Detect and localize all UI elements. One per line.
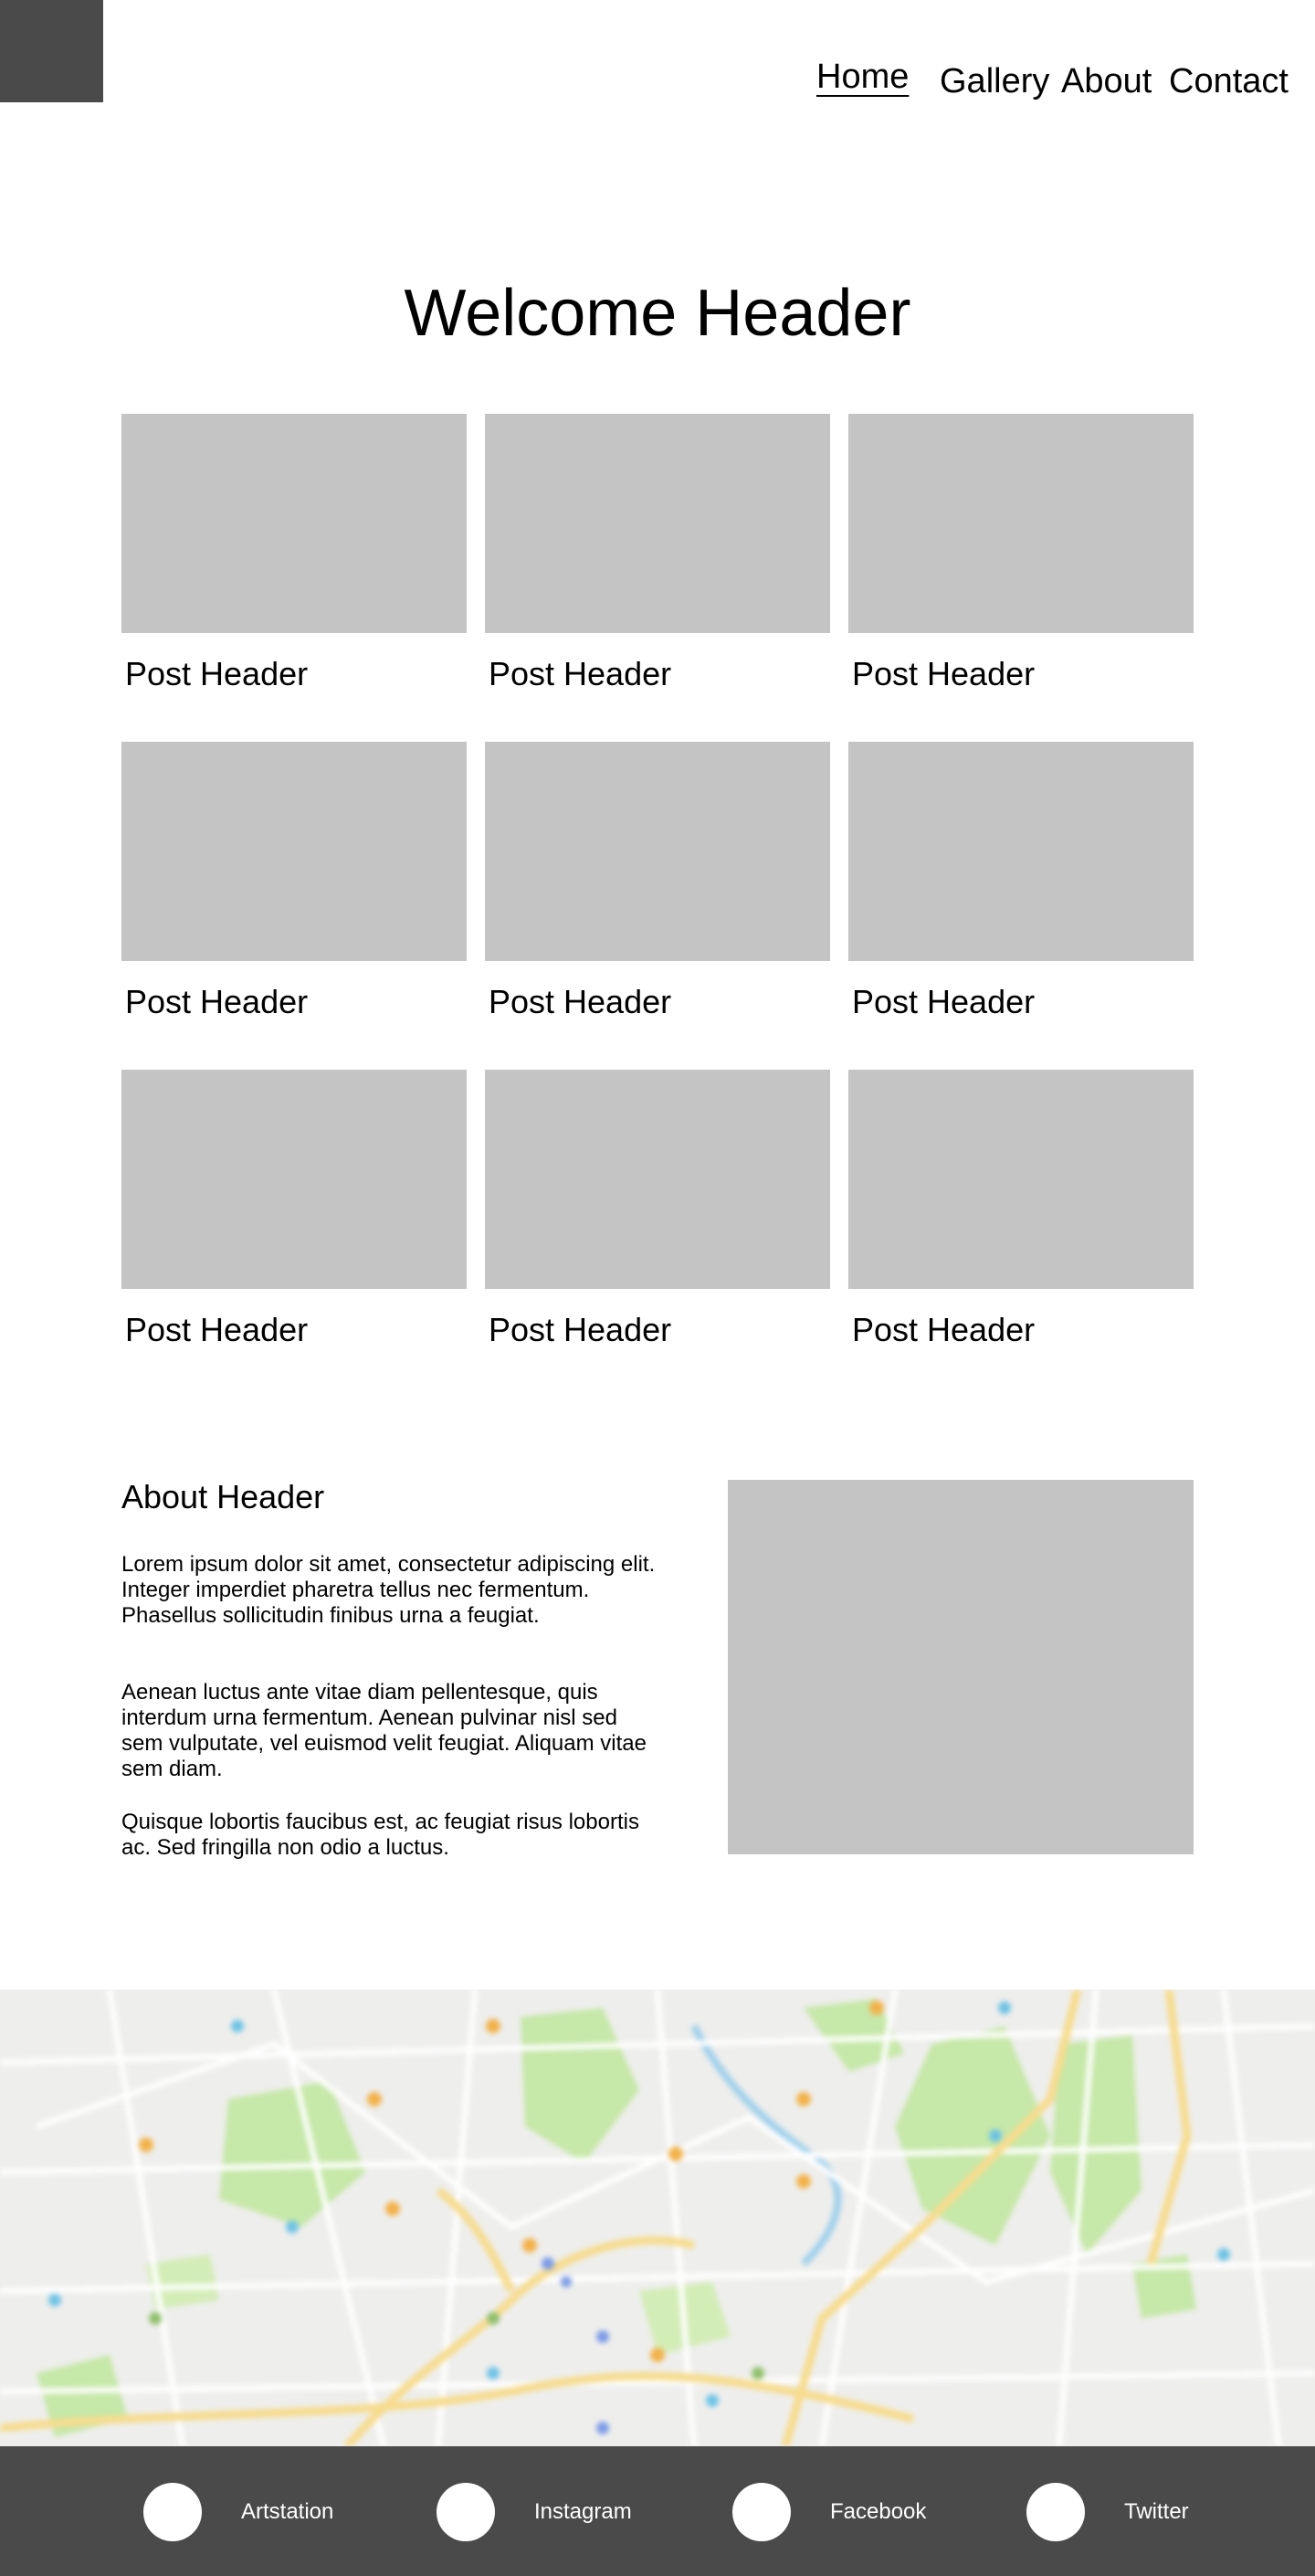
social-link-facebook[interactable]: Facebook <box>732 2483 926 2541</box>
nav-link-home[interactable]: Home <box>816 58 909 97</box>
post-header[interactable]: Post Header <box>485 1311 830 1349</box>
map-graphic <box>0 1990 1315 2446</box>
post-image[interactable] <box>848 742 1194 961</box>
post-card[interactable]: Post Header <box>485 742 830 1021</box>
about-header: About Header <box>121 1478 325 1515</box>
post-header[interactable]: Post Header <box>485 655 830 693</box>
post-header[interactable]: Post Header <box>485 983 830 1021</box>
about-paragraph: Aenean luctus ante vitae diam pellentesq… <box>121 1680 647 1781</box>
post-image[interactable] <box>121 1070 467 1289</box>
nav-link-contact[interactable]: Contact <box>1169 62 1289 101</box>
about-image <box>728 1480 1194 1854</box>
nav-link-about[interactable]: About <box>1061 62 1152 101</box>
post-card[interactable]: Post Header <box>848 1070 1194 1349</box>
social-link-twitter[interactable]: Twitter <box>1026 2483 1189 2541</box>
post-card[interactable]: Post Header <box>121 1070 467 1349</box>
map[interactable] <box>0 1990 1315 2446</box>
post-card[interactable]: Post Header <box>121 414 467 693</box>
post-image[interactable] <box>848 414 1194 633</box>
post-header[interactable]: Post Header <box>848 1311 1194 1349</box>
about-paragraph: Lorem ipsum dolor sit amet, consectetur … <box>121 1552 656 1628</box>
post-header[interactable]: Post Header <box>121 1311 467 1349</box>
post-image[interactable] <box>848 1070 1194 1289</box>
post-image[interactable] <box>485 414 830 633</box>
post-card[interactable]: Post Header <box>485 414 830 693</box>
social-label[interactable]: Instagram <box>534 2499 632 2525</box>
social-link-artstation[interactable]: Artstation <box>143 2483 333 2541</box>
facebook-icon[interactable] <box>732 2483 791 2541</box>
nav-link-gallery[interactable]: Gallery <box>940 62 1049 101</box>
post-card[interactable]: Post Header <box>848 742 1194 1021</box>
twitter-icon[interactable] <box>1026 2483 1085 2541</box>
social-label[interactable]: Twitter <box>1124 2499 1189 2525</box>
artstation-icon[interactable] <box>143 2483 202 2541</box>
post-card[interactable]: Post Header <box>485 1070 830 1349</box>
main-nav: Home Gallery About Contact <box>0 0 1315 102</box>
post-image[interactable] <box>485 742 830 961</box>
footer: Artstation Instagram Facebook Twitter <box>0 2446 1315 2576</box>
social-link-instagram[interactable]: Instagram <box>437 2483 632 2541</box>
post-image[interactable] <box>121 742 467 961</box>
post-header[interactable]: Post Header <box>848 983 1194 1021</box>
post-image[interactable] <box>485 1070 830 1289</box>
post-card[interactable]: Post Header <box>848 414 1194 693</box>
welcome-header: Welcome Header <box>404 277 911 350</box>
social-label[interactable]: Facebook <box>830 2499 926 2525</box>
post-image[interactable] <box>121 414 467 633</box>
post-header[interactable]: Post Header <box>121 655 467 693</box>
instagram-icon[interactable] <box>437 2483 495 2541</box>
post-card[interactable]: Post Header <box>121 742 467 1021</box>
social-label[interactable]: Artstation <box>241 2499 333 2525</box>
post-header[interactable]: Post Header <box>848 655 1194 693</box>
post-header[interactable]: Post Header <box>121 983 467 1021</box>
about-paragraph: Quisque lobortis faucibus est, ac feugia… <box>121 1810 639 1860</box>
